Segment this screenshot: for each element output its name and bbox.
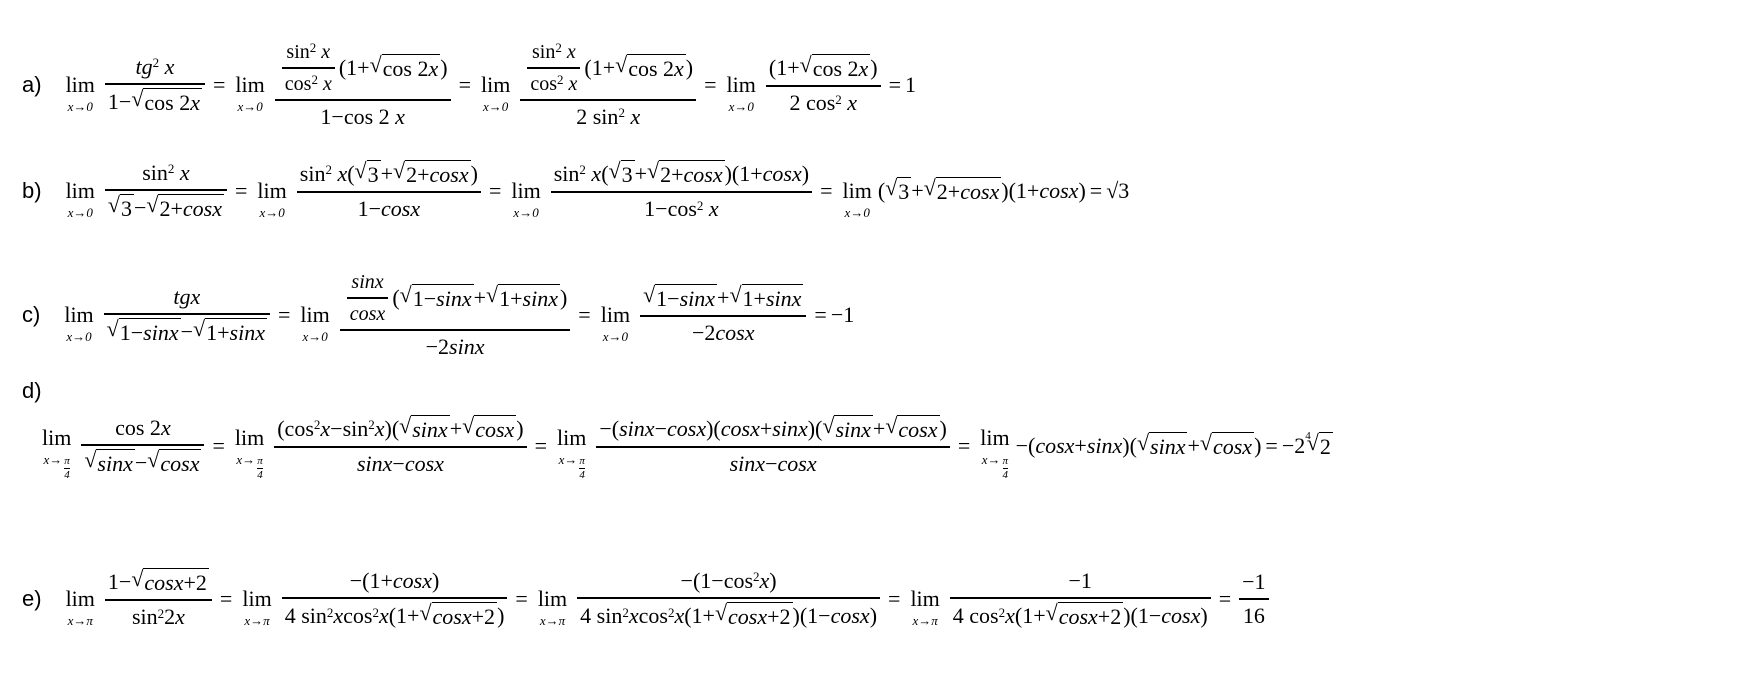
fraction: (cos 2 x −sin 2 x)(√ sinx + √ cosx) sinx − cosx [274, 414, 527, 478]
limit: lim x→ π 4 [42, 425, 72, 482]
fraction: −(sinx − cosx)(cosx + sinx)(√ sinx + √ cosx) sin… [596, 414, 950, 478]
problem-a: a) lim x→0 tg 2 x 1− √ cos 2x = lim x→0 sin 2 … [22, 40, 916, 130]
fraction: −(1−cos 2 x) 4 sin 2 x cos 2 x (1+ √ cosx +2)(1− co… [577, 568, 881, 631]
fraction: sin 2 x cos 2 x (1+ √ cos 2 x) 1−cos 2 x [274, 40, 451, 130]
problem-e: e) lim x→π 1− √ cosx +2 sin 2 2 x = lim x→π −(1+… [22, 567, 1273, 631]
fraction: (1+ √ cos 2 x) 2 cos 2 x [765, 53, 881, 117]
fraction: sin 2 x √ 3− √ 2+ cosx [104, 160, 227, 223]
fraction: 1− √ cosx +2 sin 2 2 x [104, 567, 212, 631]
fraction: −(1+ cosx) 4 sin 2 x cos 2 x (1+ √ cosx +2) [281, 568, 508, 631]
problem-c-expression: lim x→0 tgx √ 1− sinx − √ 1+ sinx = lim x→0 sinx… [64, 270, 855, 360]
limit: lim x→0 [65, 71, 95, 114]
limit: lim x→0 [65, 177, 95, 220]
result-c: −1 [830, 302, 855, 328]
limit: lim x→0 [257, 177, 287, 220]
problem-e-label: e) [22, 586, 42, 612]
problem-d: lim x→ π 4 cos 2x √ sinx − √ cosx = lim x→ π 4 (co… [36, 413, 1333, 482]
fraction: tgx √ 1− sinx − √ 1+ sinx [103, 284, 270, 347]
fraction: sin 2 x cos 2 x (1+ √ cos 2 x) 2 sin 2 x [520, 40, 697, 130]
problem-d-expression: lim x→ π 4 cos 2x √ sinx − √ cosx = lim x→ π 4 (co… [42, 413, 1333, 482]
problem-a-label: a) [22, 72, 42, 98]
problem-d-heading: d) [22, 378, 60, 404]
fraction: tg 2 x 1− √ cos 2x [104, 54, 205, 117]
problem-a-expression: lim x→0 tg 2 x 1− √ cos 2x = lim x→0 sin 2 x co… [65, 40, 917, 130]
limit: lim x→ π 4 [980, 425, 1010, 482]
limit: lim x→π [537, 585, 568, 628]
problem-b: b) lim x→0 sin 2 x √ 3− √ 2+ cosx = lim x→0 sin… [22, 158, 1130, 223]
limit: lim x→π [65, 585, 95, 628]
result-d: −2 [1281, 433, 1306, 459]
limit: lim x→ π 4 [234, 425, 265, 482]
limit: lim x→π [910, 585, 940, 628]
problem-c-label: c) [22, 302, 41, 328]
limit: lim x→0 [600, 301, 631, 344]
limit: lim x→0 [726, 71, 756, 114]
result-b: √3 [1106, 178, 1130, 204]
problem-b-label: b) [22, 178, 42, 204]
problem-b-expression: lim x→0 sin 2 x √ 3− √ 2+ cosx = lim x→0 sin 2 x… [65, 158, 1130, 223]
result-a: 1 [905, 72, 917, 98]
result-e: −1 16 [1239, 569, 1269, 630]
problem-e-expression: lim x→π 1− √ cosx +2 sin 2 2 x = lim x→π −(1+ cos… [60, 567, 1273, 631]
limit: lim x→0 [64, 301, 94, 344]
limit: lim x→0 [480, 71, 511, 114]
fraction: √ 1− sinx + √ 1+ sinx −2 cosx [640, 283, 807, 347]
problem-c: c) lim x→0 tgx √ 1− sinx − √ 1+ sinx = lim x→0 s… [22, 270, 854, 360]
fraction: −1 4 cos 2 x (1+ √ cosx +2)(1− cosx) [949, 568, 1211, 631]
fraction: sinx cosx (√ 1− sinx + √ 1+ sinx) −2 sinx [339, 270, 571, 360]
limit: lim x→0 [300, 301, 330, 344]
problem-d-label: d) [22, 378, 42, 403]
limit: lim x→ π 4 [557, 425, 587, 482]
limit: lim x→π [242, 585, 272, 628]
fraction: cos 2x √ sinx − √ cosx [81, 415, 205, 478]
limit: lim x→0 [235, 71, 265, 114]
fraction: sin 2 x(√ 3 + √ 2+ cosx)(1+ cosx) 1−cos 2 x [550, 159, 813, 223]
limit: lim x→0 [511, 177, 541, 220]
fraction: sin 2 x(√ 3 + √ 2+ cosx) 1− cosx [296, 159, 481, 223]
limit: lim x→0 [842, 177, 872, 220]
